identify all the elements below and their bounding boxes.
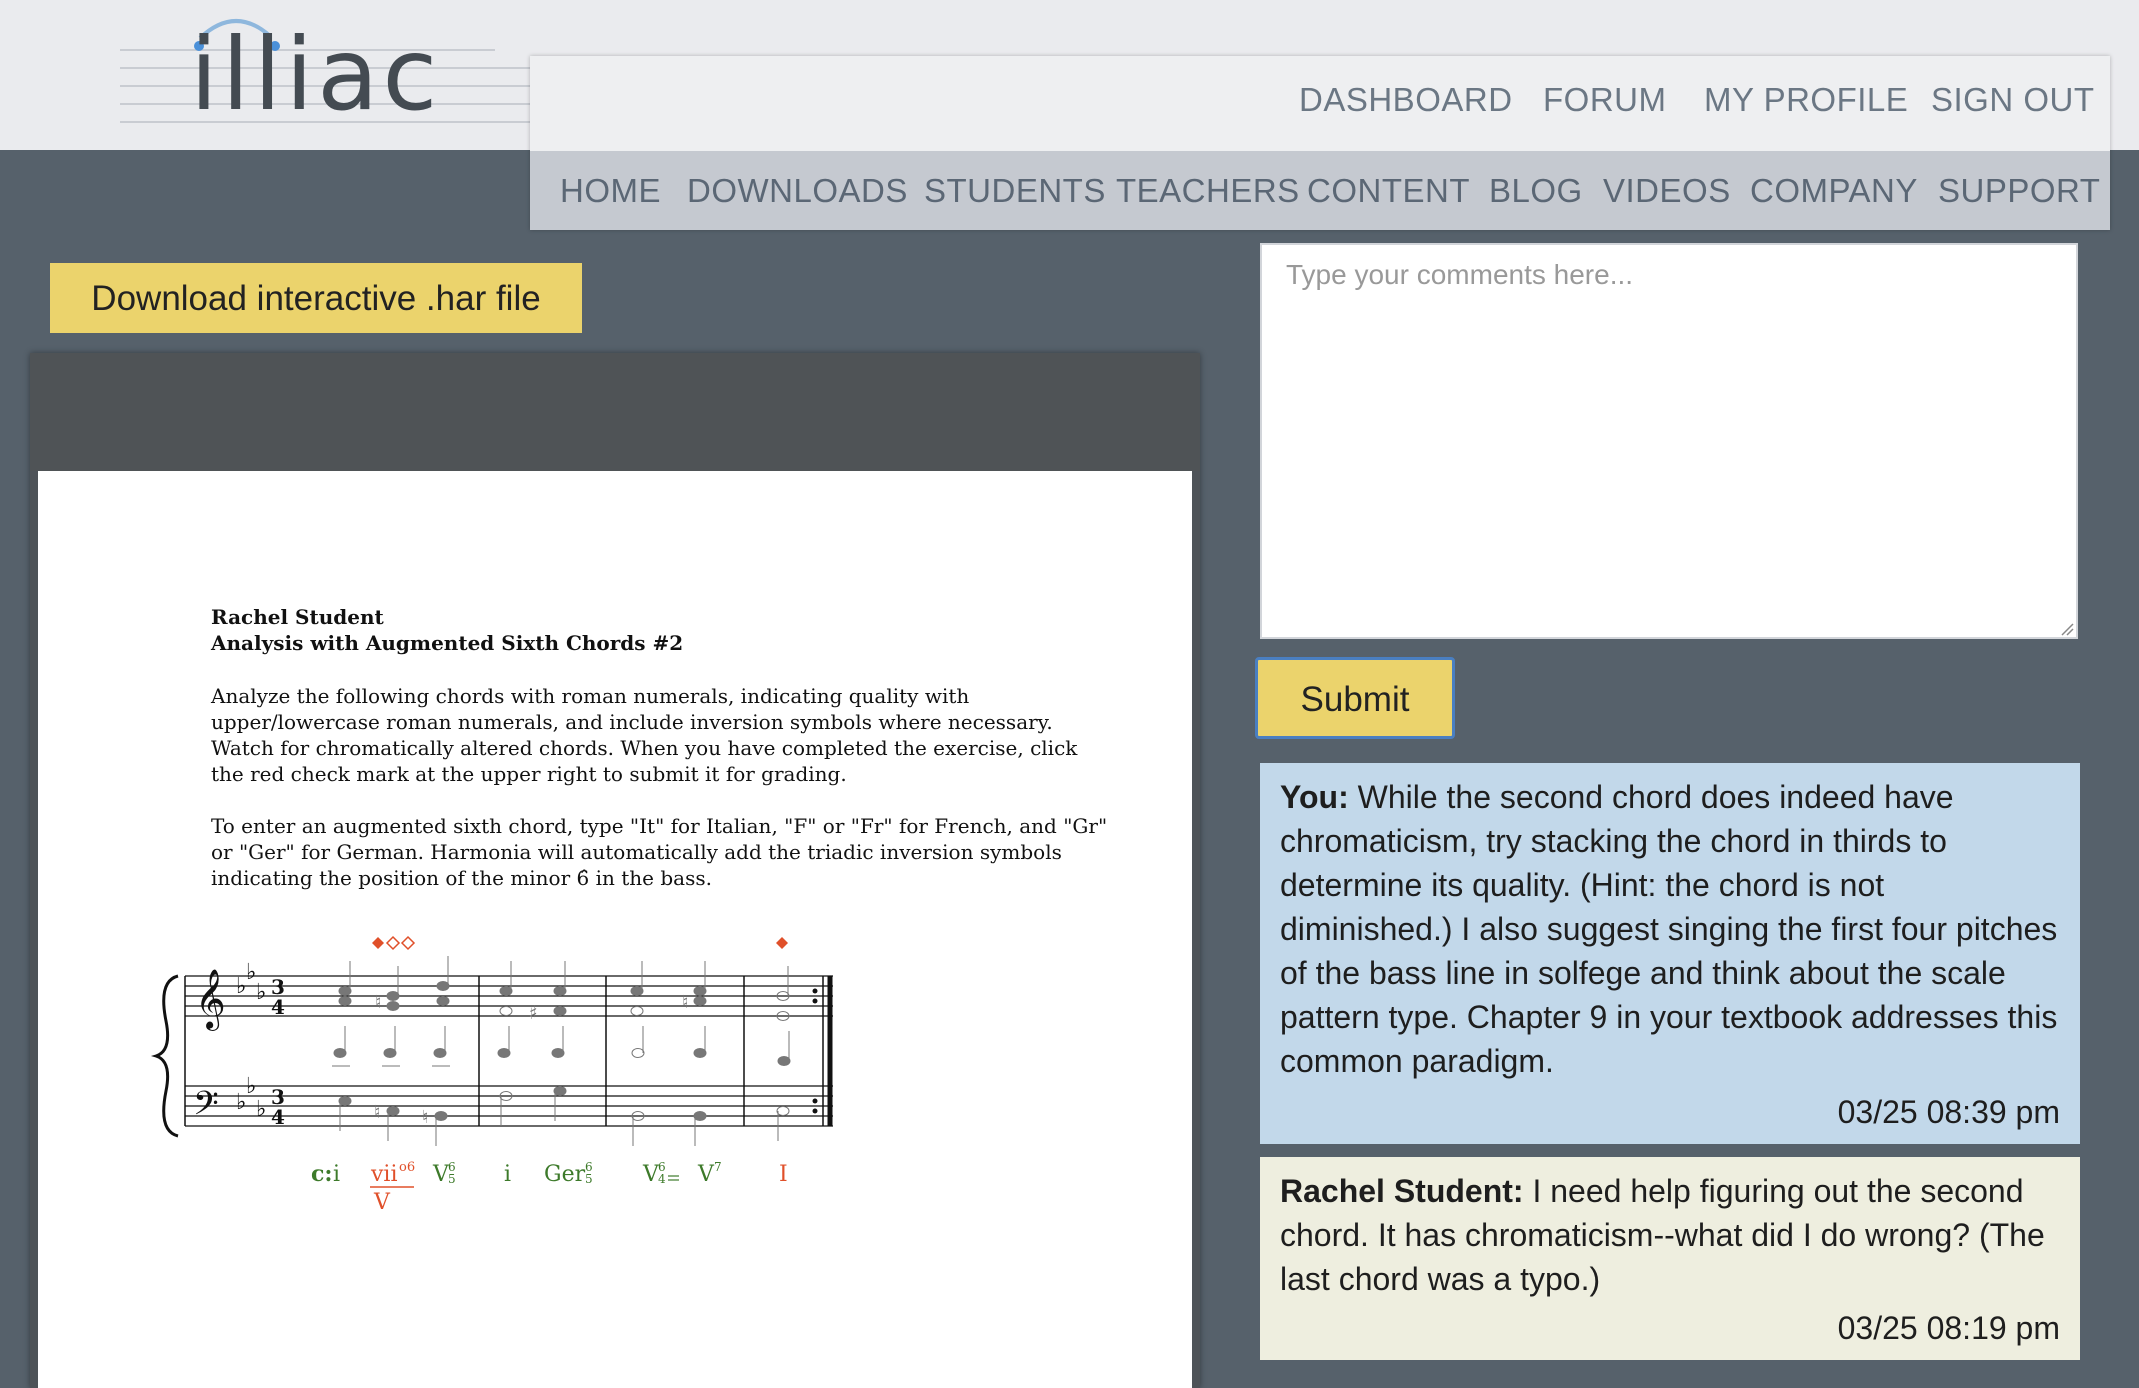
account-nav: DASHBOARD FORUM MY PROFILE SIGN OUT <box>530 56 2110 151</box>
svg-text:♭: ♭ <box>246 960 256 985</box>
logo-text: illiac <box>190 16 442 133</box>
nav-company[interactable]: COMPANY <box>1750 161 1918 221</box>
chord-2-applied: V <box>373 1190 391 1215</box>
chord-7-figure: 7 <box>714 1160 722 1174</box>
svg-text:4: 4 <box>271 1105 285 1129</box>
key-label: c: <box>311 1161 333 1187</box>
grand-staff-brace <box>150 974 179 1138</box>
bass-clef-icon: 𝄢 <box>193 1085 219 1131</box>
document-page: Rachel Student Analysis with Augmented S… <box>38 471 1192 1388</box>
chord-1: i <box>333 1162 340 1187</box>
accidentals: ♮ ♯ ♮ ♮ ♮ <box>374 992 688 1128</box>
chord-8: I <box>779 1162 788 1187</box>
incorrect-marker <box>776 937 788 949</box>
svg-text:♭: ♭ <box>236 1090 246 1115</box>
comment-timestamp: 03/25 08:39 pm <box>1837 1094 2060 1130</box>
time-signature: 34 34 <box>271 975 285 1129</box>
svg-text:♭: ♭ <box>246 1074 256 1099</box>
comment-message: You: While the second chord does indeed … <box>1260 763 2080 1144</box>
notes <box>332 956 791 1146</box>
final-barline-dots <box>812 988 818 1114</box>
nav-dashboard[interactable]: DASHBOARD <box>1299 70 1513 130</box>
document-viewer: Rachel Student Analysis with Augmented S… <box>30 353 1200 1388</box>
comment-message: Rachel Student: I need help figuring out… <box>1260 1157 2080 1360</box>
incorrect-marker <box>372 937 384 949</box>
chord-3-figure-bottom: 5 <box>448 1172 456 1186</box>
svg-text:4: 4 <box>271 995 285 1019</box>
comment-text: While the second chord does indeed have … <box>1280 779 2058 1079</box>
chord-7: V <box>697 1162 715 1187</box>
nav-downloads[interactable]: DOWNLOADS <box>687 161 908 221</box>
svg-text:♮: ♮ <box>682 992 688 1013</box>
key-signature: ♭♭♭ ♭♭♭ <box>236 960 266 1122</box>
submit-button[interactable]: Submit <box>1255 657 1455 739</box>
svg-text:♭: ♭ <box>236 974 246 999</box>
svg-text:♮: ♮ <box>374 1102 380 1123</box>
nav-teachers[interactable]: TEACHERS <box>1116 161 1300 221</box>
chord-4: i <box>504 1162 511 1187</box>
music-score: 𝄞 𝄢 ♭♭♭ ♭♭♭ 34 34 ♮♯♮ ♮ ♮ c: i vii o6 V … <box>150 935 833 1215</box>
treble-clef-icon: 𝄞 <box>195 969 226 1031</box>
chord-5: Ger <box>544 1162 586 1187</box>
chord-5-figure-bottom: 5 <box>585 1172 593 1186</box>
nav-videos[interactable]: VIDEOS <box>1603 161 1731 221</box>
attempt-marker <box>400 935 416 951</box>
comment-author: You: <box>1280 779 1349 815</box>
svg-text:♯: ♯ <box>529 1003 538 1024</box>
comment-timestamp: 03/25 08:19 pm <box>1837 1310 2060 1346</box>
main-nav: HOME DOWNLOADS STUDENTS TEACHERS CONTENT… <box>530 151 2110 230</box>
svg-text:♮: ♮ <box>422 1107 428 1128</box>
resize-grip-icon[interactable] <box>2060 622 2074 636</box>
nav-support[interactable]: SUPPORT <box>1938 161 2100 221</box>
nav-sign-out[interactable]: SIGN OUT <box>1931 70 2095 130</box>
comment-textarea[interactable] <box>1260 243 2078 639</box>
nav-home[interactable]: HOME <box>560 161 661 221</box>
nav-students[interactable]: STUDENTS <box>924 161 1106 221</box>
feedback-markers <box>372 935 788 951</box>
comment-author: Rachel Student: <box>1280 1173 1524 1209</box>
chord-6-figure-bottom: 4 <box>658 1172 666 1186</box>
nav-blog[interactable]: BLOG <box>1489 161 1583 221</box>
attempt-marker <box>385 935 401 951</box>
navigation-panel: DASHBOARD FORUM MY PROFILE SIGN OUT HOME… <box>530 56 2110 230</box>
nav-content[interactable]: CONTENT <box>1307 161 1470 221</box>
svg-text:♭: ♭ <box>256 980 266 1005</box>
svg-text:♭: ♭ <box>256 1097 266 1122</box>
viewer-toolbar <box>30 353 1200 471</box>
chord-2: vii <box>370 1162 398 1187</box>
svg-text:♮: ♮ <box>375 992 381 1013</box>
nav-my-profile[interactable]: MY PROFILE <box>1704 70 1908 130</box>
roman-numeral-analysis: c: i vii o6 V V 6 5 i Ger 6 5 V 6 4 V 7 <box>311 1160 788 1215</box>
chord-2-figure: o6 <box>399 1160 415 1175</box>
nav-forum[interactable]: FORUM <box>1543 70 1666 130</box>
download-har-button[interactable]: Download interactive .har file <box>50 263 582 333</box>
